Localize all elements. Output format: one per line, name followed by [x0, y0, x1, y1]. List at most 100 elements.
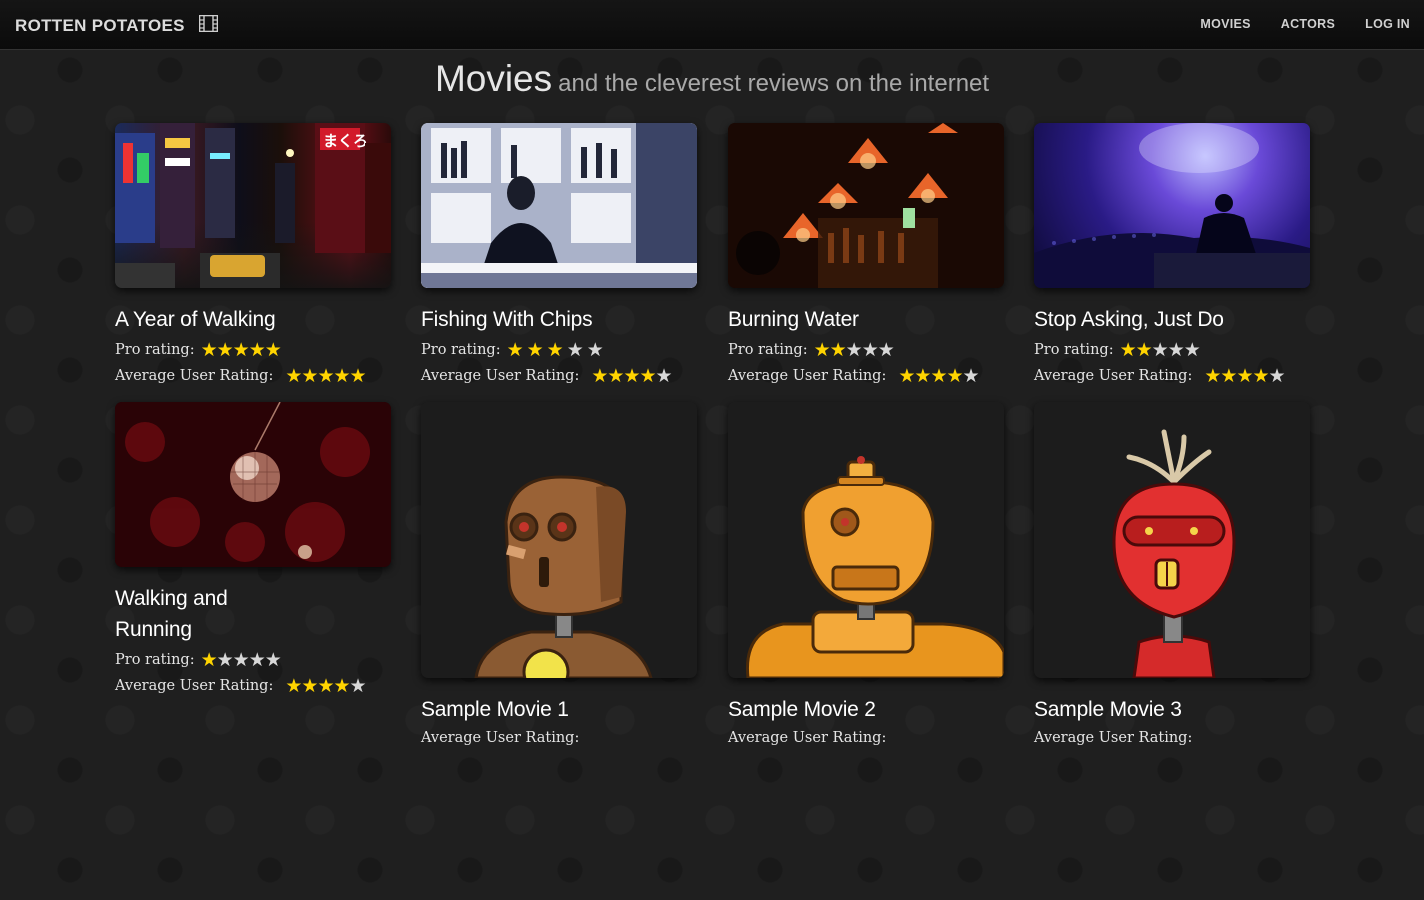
- star-filled-icon: ★: [546, 338, 567, 361]
- pro-rating-stars: ★★★★★: [200, 648, 282, 671]
- user-rating-row: Average User Rating: ★★★★★: [115, 675, 391, 697]
- user-rating-row: Average User Rating:: [421, 727, 697, 749]
- movie-card[interactable]: Sample Movie 3 Average User Rating:: [1034, 402, 1310, 749]
- star-filled-icon: ★: [898, 364, 915, 387]
- star-filled-icon: ★: [829, 338, 847, 361]
- star-filled-icon: ★: [317, 364, 334, 387]
- nav-actors-link[interactable]: ACTORS: [1281, 17, 1335, 31]
- movie-title[interactable]: Walking and Running: [115, 583, 245, 645]
- movie-poster-image[interactable]: [728, 123, 1004, 288]
- pro-rating-label: Pro rating:: [115, 342, 195, 358]
- brand-link[interactable]: ROTTEN POTATOES: [15, 14, 219, 37]
- star-filled-icon: ★: [914, 364, 931, 387]
- movie-title[interactable]: A Year of Walking: [115, 304, 391, 335]
- star-empty-icon: ★: [248, 648, 266, 671]
- movie-card[interactable]: Walking and Running Pro rating: ★★★★★ Av…: [115, 402, 391, 697]
- star-empty-icon: ★: [962, 364, 980, 387]
- star-filled-icon: ★: [526, 338, 547, 361]
- star-empty-icon: ★: [1268, 364, 1286, 387]
- star-filled-icon: ★: [200, 648, 218, 671]
- film-icon: [198, 14, 219, 37]
- movie-card[interactable]: Sample Movie 2 Average User Rating:: [728, 402, 1004, 749]
- movie-card[interactable]: Sample Movie 1 Average User Rating:: [421, 402, 697, 749]
- user-rating-row: Average User Rating: ★★★★★: [1034, 365, 1310, 387]
- star-filled-icon: ★: [1220, 364, 1237, 387]
- star-empty-icon: ★: [586, 338, 607, 361]
- nav-login-link[interactable]: LOG IN: [1365, 17, 1410, 31]
- star-empty-icon: ★: [1167, 338, 1185, 361]
- movie-card[interactable]: Burning Water Pro rating: ★★★★★ Average …: [728, 123, 1004, 387]
- user-rating-row: Average User Rating: ★★★★★: [115, 365, 391, 387]
- star-filled-icon: ★: [301, 364, 318, 387]
- star-filled-icon: ★: [248, 338, 266, 361]
- nav-movies-link[interactable]: MOVIES: [1200, 17, 1250, 31]
- pro-rating-row: Pro rating: ★★★★★: [1034, 339, 1310, 361]
- star-filled-icon: ★: [317, 674, 334, 697]
- star-filled-icon: ★: [1252, 364, 1270, 387]
- star-empty-icon: ★: [1151, 338, 1169, 361]
- movie-poster-image[interactable]: まくろ: [115, 123, 391, 288]
- pro-rating-row: Pro rating: ★★★★★: [421, 339, 697, 361]
- user-rating-label: Average User Rating:: [115, 678, 274, 694]
- star-filled-icon: ★: [333, 674, 351, 697]
- user-rating-label: Average User Rating:: [421, 730, 580, 746]
- svg-text:まくろ: まくろ: [323, 132, 368, 150]
- star-empty-icon: ★: [216, 648, 234, 671]
- star-empty-icon: ★: [861, 338, 879, 361]
- star-filled-icon: ★: [1135, 338, 1153, 361]
- page-title: Movies: [434, 58, 553, 99]
- star-empty-icon: ★: [566, 338, 587, 361]
- movie-poster-image[interactable]: [728, 402, 1004, 678]
- movie-poster-image[interactable]: [421, 123, 697, 288]
- pro-rating-stars: ★★★★★: [506, 338, 607, 361]
- movie-title[interactable]: Stop Asking, Just Do: [1034, 304, 1310, 335]
- star-filled-icon: ★: [301, 674, 318, 697]
- pro-rating-row: Pro rating: ★★★★★: [115, 649, 391, 671]
- movie-poster-image[interactable]: [421, 402, 697, 678]
- star-filled-icon: ★: [285, 674, 302, 697]
- movie-card[interactable]: Stop Asking, Just Do Pro rating: ★★★★★ A…: [1034, 123, 1310, 387]
- star-filled-icon: ★: [200, 338, 218, 361]
- user-rating-label: Average User Rating:: [728, 730, 887, 746]
- star-filled-icon: ★: [591, 364, 608, 387]
- star-empty-icon: ★: [1183, 338, 1201, 361]
- movie-title[interactable]: Sample Movie 1: [421, 694, 697, 725]
- movie-poster-image[interactable]: [1034, 402, 1310, 678]
- pro-rating-label: Pro rating:: [115, 652, 195, 668]
- user-rating-stars: ★★★★★: [285, 364, 367, 387]
- user-rating-row: Average User Rating: ★★★★★: [421, 365, 697, 387]
- pro-rating-label: Pro rating:: [421, 342, 501, 358]
- star-filled-icon: ★: [264, 338, 282, 361]
- user-rating-label: Average User Rating:: [728, 368, 887, 384]
- user-rating-stars: ★★★★★: [1204, 364, 1286, 387]
- movie-poster-image[interactable]: [115, 402, 391, 567]
- pro-rating-row: Pro rating: ★★★★★: [728, 339, 1004, 361]
- star-filled-icon: ★: [1119, 338, 1137, 361]
- star-empty-icon: ★: [845, 338, 863, 361]
- star-filled-icon: ★: [285, 364, 302, 387]
- star-filled-icon: ★: [623, 364, 640, 387]
- pro-rating-label: Pro rating:: [1034, 342, 1114, 358]
- user-rating-label: Average User Rating:: [1034, 730, 1193, 746]
- user-rating-row: Average User Rating:: [728, 727, 1004, 749]
- star-empty-icon: ★: [877, 338, 895, 361]
- star-filled-icon: ★: [349, 364, 367, 387]
- star-filled-icon: ★: [232, 338, 250, 361]
- movie-title[interactable]: Sample Movie 2: [728, 694, 1004, 725]
- star-filled-icon: ★: [639, 364, 657, 387]
- movie-title[interactable]: Fishing With Chips: [421, 304, 697, 335]
- movie-title[interactable]: Burning Water: [728, 304, 1004, 335]
- star-filled-icon: ★: [946, 364, 964, 387]
- movie-card[interactable]: Fishing With Chips Pro rating: ★★★★★ Ave…: [421, 123, 697, 387]
- star-filled-icon: ★: [506, 338, 527, 361]
- movie-title[interactable]: Sample Movie 3: [1034, 694, 1310, 725]
- user-rating-stars: ★★★★★: [591, 364, 672, 387]
- star-filled-icon: ★: [607, 364, 624, 387]
- page-subtitle: and the cleverest reviews on the interne…: [558, 70, 990, 97]
- user-rating-row: Average User Rating: ★★★★★: [728, 365, 1004, 387]
- movie-poster-image[interactable]: [1034, 123, 1310, 288]
- user-rating-label: Average User Rating:: [1034, 368, 1193, 384]
- pro-rating-label: Pro rating:: [728, 342, 808, 358]
- movie-card[interactable]: まくろ A Year of Walking Pro rating: ★★★★★ …: [115, 123, 391, 387]
- page-heading: Movies and the cleverest reviews on the i…: [0, 58, 1424, 100]
